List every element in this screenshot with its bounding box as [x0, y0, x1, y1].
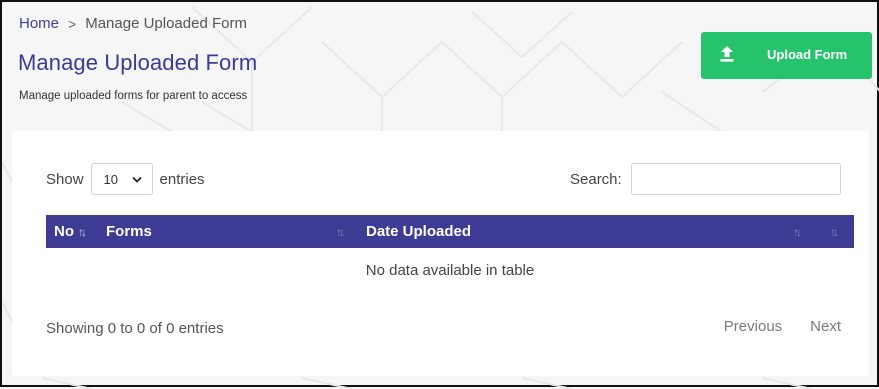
- column-header-date-uploaded[interactable]: Date Uploaded: [366, 223, 471, 240]
- breadcrumb-separator: >: [68, 15, 77, 32]
- chevron-down-icon: [131, 176, 142, 183]
- table-info: Showing 0 to 0 of 0 entries: [46, 320, 224, 337]
- entries-select[interactable]: 10: [90, 163, 153, 195]
- forms-table-card: Show 10 entries Search: No ↑↓ Forms ↑↓ D…: [12, 131, 869, 376]
- previous-page-button[interactable]: Previous: [724, 318, 782, 335]
- column-header-forms[interactable]: Forms: [106, 223, 152, 240]
- entries-select-value: 10: [103, 171, 118, 187]
- search-input[interactable]: [630, 163, 841, 195]
- page-title: Manage Uploaded Form: [18, 50, 258, 75]
- table-header: No ↑↓ Forms ↑↓ Date Uploaded ↑↓ ↑↓: [46, 215, 854, 248]
- sort-icon[interactable]: ↑↓: [830, 225, 839, 239]
- breadcrumb-home-link[interactable]: Home: [19, 15, 59, 32]
- empty-table-message: No data available in table: [365, 262, 535, 279]
- column-header-no[interactable]: No: [54, 223, 74, 240]
- table-search: Search:: [570, 163, 841, 195]
- breadcrumb: Home > Manage Uploaded Form: [19, 15, 247, 32]
- search-label: Search:: [570, 170, 622, 188]
- sort-asc-icon[interactable]: ↑↓: [78, 225, 87, 239]
- breadcrumb-current: Manage Uploaded Form: [85, 15, 247, 32]
- upload-icon: [720, 46, 734, 62]
- pagination: Previous Next: [724, 318, 841, 335]
- page-subtitle: Manage uploaded forms for parent to acce…: [19, 90, 248, 102]
- show-label: Show: [46, 170, 84, 188]
- next-page-button[interactable]: Next: [810, 318, 841, 335]
- sort-icon[interactable]: ↑↓: [793, 225, 802, 239]
- entries-label: entries: [159, 170, 205, 188]
- sort-icon[interactable]: ↑↓: [336, 225, 345, 239]
- upload-form-label: Upload Form: [767, 47, 848, 62]
- upload-form-button[interactable]: Upload Form: [701, 32, 872, 79]
- entries-length-control: Show 10 entries: [46, 163, 205, 195]
